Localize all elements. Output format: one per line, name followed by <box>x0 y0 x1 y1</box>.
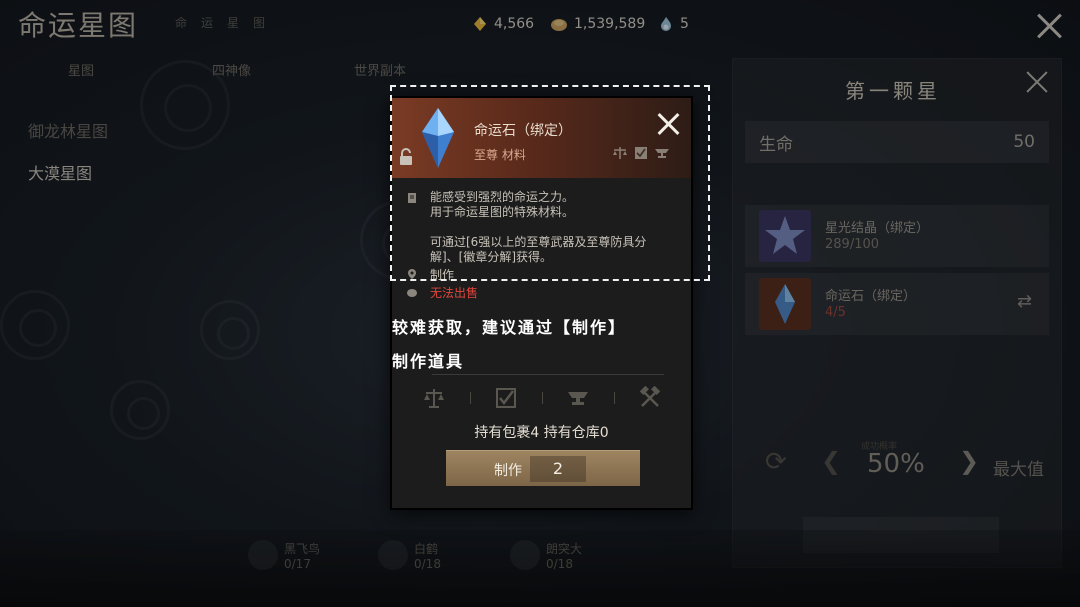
divider <box>613 392 615 404</box>
divider <box>432 374 664 375</box>
desc-line-2: 用于命运星图的特殊材料。 <box>430 205 575 219</box>
guide-tip-line-2: 制作道具 <box>392 352 465 371</box>
decrease-arrow-icon[interactable]: ❮ <box>821 447 841 475</box>
cloud-swirl-decoration <box>0 290 70 360</box>
dragon-emblem-icon <box>248 540 278 570</box>
coin-pouch-icon <box>551 19 567 31</box>
checkbox-icon <box>635 147 647 159</box>
currency-silver-value: 1,539,589 <box>574 16 646 32</box>
scale-icon <box>613 147 627 159</box>
guardian-count: 0/18 <box>414 557 441 571</box>
checkbox-icon[interactable] <box>494 386 518 410</box>
tab-world-dungeon[interactable]: 世界副本 <box>354 60 406 79</box>
coin-pouch-icon <box>407 289 417 297</box>
guardian-item[interactable]: 黑飞鸟 0/17 <box>248 540 320 571</box>
tab-four-gods[interactable]: 四神像 <box>212 60 251 79</box>
divider <box>469 392 471 404</box>
increase-arrow-icon[interactable]: ❯ <box>959 447 979 475</box>
location-pin-icon <box>408 269 416 279</box>
anvil-icon <box>655 149 669 158</box>
guardian-item[interactable]: 白鹤 0/18 <box>378 540 441 571</box>
material-row-starlight[interactable]: 星光结晶（绑定） 289/100 <box>745 205 1049 267</box>
item-name: 命运石（绑定） <box>474 123 572 139</box>
currency-flame: 5 <box>658 16 689 32</box>
divider <box>541 392 543 404</box>
beast-emblem-icon <box>510 540 540 570</box>
item-tooltip-popup: 命运石（绑定） 至尊 材料 能感受到强烈的命运之力。 用于命运星图的特殊材料。 可… <box>390 96 693 510</box>
close-page-button[interactable] <box>1036 12 1064 40</box>
fate-stone-icon <box>759 278 811 330</box>
flame-orb-icon <box>661 17 671 31</box>
fate-stone-icon <box>422 108 454 168</box>
star-crystal-icon <box>759 210 811 262</box>
close-icon[interactable] <box>656 112 680 136</box>
guardian-item[interactable]: 朗突大 0/18 <box>510 540 582 571</box>
item-flag-icons <box>612 146 670 160</box>
left-list-item-yulonglin[interactable]: 御龙林星图 <box>28 118 108 142</box>
panel-title: 第一颗星 <box>845 79 941 103</box>
currency-gold-value: 4,566 <box>494 16 535 32</box>
desc-line-1: 能感受到强烈的命运之力。 <box>430 190 575 204</box>
anvil-icon[interactable] <box>566 386 590 410</box>
unsellable-notice: 无法出售 <box>430 286 479 300</box>
guardian-count: 0/17 <box>284 557 311 571</box>
cloud-swirl-decoration <box>110 380 170 440</box>
crossed-tools-icon[interactable] <box>638 386 662 410</box>
tab-star-map[interactable]: 星图 <box>68 60 94 79</box>
page-title: 命运星图 <box>18 9 139 42</box>
currency-silver: 1,539,589 <box>550 16 645 32</box>
guardian-name: 黑飞鸟 <box>284 542 321 556</box>
guardian-count: 0/18 <box>546 557 573 571</box>
guardian-name: 白鹤 <box>414 542 439 556</box>
desc-source: 可通过[6强以上的至尊武器及至尊防具分解]、[徽章分解]获得。 <box>430 235 647 264</box>
guardian-name: 朗突大 <box>546 542 583 556</box>
refresh-icon[interactable]: ⟳ <box>765 447 787 477</box>
item-header: 命运石（绑定） 至尊 材料 <box>392 98 691 178</box>
craft-button[interactable]: 制作 2 <box>446 450 640 486</box>
unlock-icon <box>400 148 412 165</box>
currency-flame-value: 5 <box>680 16 689 32</box>
material-name: 星光结晶（绑定） <box>825 221 930 236</box>
material-count: 289/100 <box>825 237 880 252</box>
success-rate-value: 50% <box>867 449 925 479</box>
material-count: 4/5 <box>825 305 846 320</box>
cloud-swirl-decoration <box>200 300 260 360</box>
craft-button-label: 制作 <box>494 463 522 479</box>
material-row-fate-stone[interactable]: 命运石（绑定） 4/5 ⇄ <box>745 273 1049 335</box>
item-type: 至尊 材料 <box>474 148 526 162</box>
tool-icons-row <box>422 386 662 410</box>
scale-icon[interactable] <box>422 386 446 410</box>
max-value-button[interactable]: 最大值 <box>993 455 1044 480</box>
inventory-count: 持有包裹4 持有仓库0 <box>474 425 609 441</box>
page-subtitle: 命运星图 <box>175 16 280 30</box>
stat-label: 生命 <box>759 134 793 155</box>
swap-icon[interactable]: ⇄ <box>1017 291 1032 312</box>
currency-gold: 4,566 <box>472 16 534 32</box>
panel-close-button[interactable] <box>1025 69 1051 95</box>
gold-diamond-icon <box>474 17 486 31</box>
material-name: 命运石（绑定） <box>825 289 917 304</box>
stat-value: 50 <box>1013 132 1035 152</box>
source-label: 制作 <box>430 268 455 282</box>
left-list-item-damo[interactable]: 大漠星图 <box>28 160 92 184</box>
bird-emblem-icon <box>378 540 408 570</box>
item-description: 能感受到强烈的命运之力。 用于命运星图的特殊材料。 可通过[6强以上的至尊武器及至… <box>430 190 670 265</box>
stat-row-life: 生命 50 <box>745 121 1049 163</box>
star-detail-panel: 第一颗星 生命 50 星光结晶（绑定） 289/100 命运石（绑定） 4/5 … <box>732 58 1062 568</box>
guide-tip-line-1: 较难获取，建议通过【制作】 <box>392 318 627 337</box>
document-icon <box>408 193 416 203</box>
craft-quantity[interactable]: 2 <box>530 456 586 482</box>
